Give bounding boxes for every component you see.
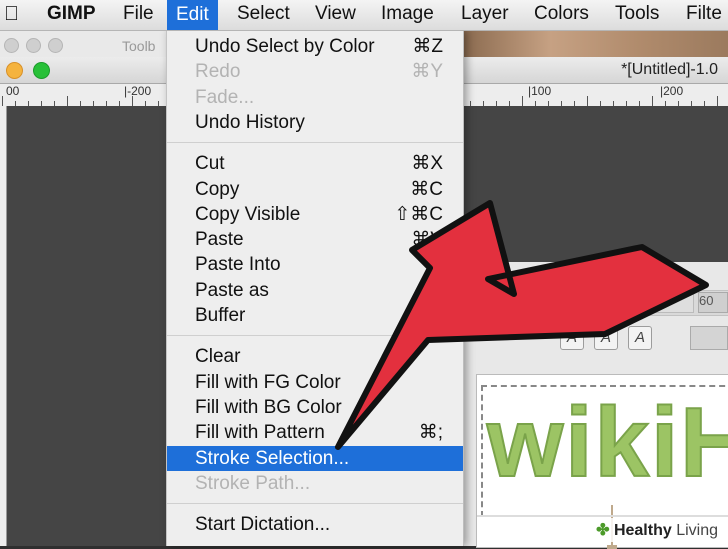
text-style-button[interactable]: A xyxy=(560,326,584,350)
edit-menu: Undo Select by Color ⌘Z Redo ⌘Y Fade... Undo … xyxy=(166,30,464,546)
menu-item-label: Fill with Pattern xyxy=(195,422,325,444)
menu-item-label: Undo Select by Color xyxy=(195,36,375,57)
ruler-label: 00 xyxy=(6,84,20,98)
menu-item-fill-with-pattern[interactable]: Fill with Pattern ⌘; xyxy=(167,420,463,445)
menu-item-label: Paste as xyxy=(195,279,269,301)
watermark-suffix: Living xyxy=(671,522,718,539)
menu-bar:  GIMP File Edit Select View Image Layer… xyxy=(0,0,728,31)
menu-item-label: Stroke Path... xyxy=(195,472,311,494)
menu-separator xyxy=(167,142,463,144)
menu-view[interactable]: View xyxy=(315,3,356,25)
ruler-label: |100 xyxy=(528,84,552,98)
menu-item-clear[interactable]: Clear xyxy=(167,344,463,369)
menu-item-copy[interactable]: Copy ⌘C xyxy=(167,177,463,202)
menu-item-label: Paste Into xyxy=(195,254,281,276)
ruler-tick xyxy=(67,96,68,106)
menu-item-redo: Redo ⌘Y xyxy=(167,59,463,84)
menu-select[interactable]: Select xyxy=(237,3,290,25)
menu-item-label: Paste xyxy=(195,229,244,251)
image-window-title: *[Untitled]-1.0 xyxy=(621,61,718,78)
menu-item-copy-visible[interactable]: Copy Visible ⇧⌘C xyxy=(167,202,463,227)
menu-item-paste[interactable]: Paste ⌘V xyxy=(167,227,463,252)
menu-item-label: Buffer xyxy=(195,305,246,326)
baseline-field[interactable] xyxy=(690,326,728,350)
menu-filters[interactable]: Filte xyxy=(686,3,722,25)
menu-image[interactable]: Image xyxy=(381,3,434,25)
text-strikethrough-button[interactable]: A xyxy=(628,326,652,350)
menu-item-label: Fade... xyxy=(195,86,255,108)
menu-item-label: Fill with BG Color xyxy=(195,396,342,418)
menu-item-shortcut: ⌘Z xyxy=(412,36,443,57)
menu-tools[interactable]: Tools xyxy=(615,3,659,25)
menu-item-shortcut: ⌘Y xyxy=(411,61,443,83)
window-zoom-button[interactable] xyxy=(48,38,63,53)
ruler-tick xyxy=(132,96,133,106)
canvas-text: wikiH xyxy=(486,387,728,497)
menu-colors[interactable]: Colors xyxy=(534,3,589,25)
window-minimize-button[interactable] xyxy=(6,62,23,79)
toolbox-window: Toolb xyxy=(0,31,170,58)
menu-item-label: Clear xyxy=(195,346,241,368)
font-field[interactable] xyxy=(642,292,694,313)
ruler-tick xyxy=(652,96,653,106)
ruler-tick xyxy=(717,96,718,106)
menu-item-shortcut: ⌘X xyxy=(411,153,443,175)
menu-item-fade: Fade... xyxy=(167,85,463,110)
menu-item-shortcut: ⌘; xyxy=(418,422,443,444)
text-underline-button[interactable]: A xyxy=(594,326,618,350)
vertical-ruler[interactable] xyxy=(0,106,7,546)
menu-item-buffer[interactable]: Buffer xyxy=(167,303,463,328)
background-image-strip xyxy=(462,31,728,57)
menu-item-label: Redo xyxy=(195,61,241,83)
canvas-divider xyxy=(477,515,728,517)
window-close-button[interactable] xyxy=(4,38,19,53)
apple-icon[interactable]:  xyxy=(4,3,19,26)
size-value: 60 xyxy=(699,293,714,308)
window-zoom-button[interactable] xyxy=(33,62,50,79)
menu-item-undo-select-by-color[interactable]: Undo Select by Color ⌘Z xyxy=(167,34,463,59)
menu-item-paste-as[interactable]: Paste as xyxy=(167,278,463,303)
menu-item-shortcut: ⌘C xyxy=(410,178,443,200)
menu-item-stroke-path: Stroke Path... xyxy=(167,471,463,496)
menu-item-label: Copy xyxy=(195,178,240,200)
menu-item-label: Fill with FG Color xyxy=(195,371,341,393)
menu-item-fill-with-fg-color[interactable]: Fill with FG Color xyxy=(167,370,463,395)
menu-item-label: Start Dictation... xyxy=(195,514,331,536)
menu-item-undo-history[interactable]: Undo History xyxy=(167,110,463,135)
menu-item-cut[interactable]: Cut ⌘X xyxy=(167,151,463,176)
menu-edit[interactable]: Edit xyxy=(167,0,218,30)
toolbox-title: Toolb xyxy=(122,38,156,54)
menu-file[interactable]: File xyxy=(123,3,154,25)
menu-separator xyxy=(167,335,463,337)
watermark: ✤ Healthy Living xyxy=(590,518,724,542)
menu-item-paste-into[interactable]: Paste Into xyxy=(167,252,463,277)
leaf-icon: ✤ xyxy=(596,522,610,539)
ruler-tick xyxy=(587,96,588,106)
menu-item-stroke-selection[interactable]: Stroke Selection... xyxy=(167,445,463,471)
watermark-brand: Healthy xyxy=(613,522,672,539)
size-field[interactable]: 60 xyxy=(698,292,728,313)
ruler-tick xyxy=(2,96,3,106)
ruler-tick xyxy=(522,96,523,106)
menu-app-gimp[interactable]: GIMP xyxy=(47,3,96,25)
ruler-label: |200 xyxy=(660,84,684,98)
menu-layer[interactable]: Layer xyxy=(461,3,509,25)
window-minimize-button[interactable] xyxy=(26,38,41,53)
menu-item-shortcut: ⌘V xyxy=(411,229,443,251)
text-editor-panel: 60 A A A wikiH xyxy=(462,262,728,549)
ruler-label: |-200 xyxy=(124,84,152,98)
menu-item-start-dictation[interactable]: Start Dictation... xyxy=(167,512,463,537)
menu-item-label: Undo History xyxy=(195,111,305,133)
menu-item-label: Cut xyxy=(195,153,225,175)
menu-item-label: Copy Visible xyxy=(195,203,301,225)
menu-separator xyxy=(167,503,463,505)
menu-item-shortcut: ⇧⌘C xyxy=(394,203,443,225)
menu-item-fill-with-bg-color[interactable]: Fill with BG Color xyxy=(167,395,463,420)
menu-item-label: Stroke Selection... xyxy=(195,447,350,469)
